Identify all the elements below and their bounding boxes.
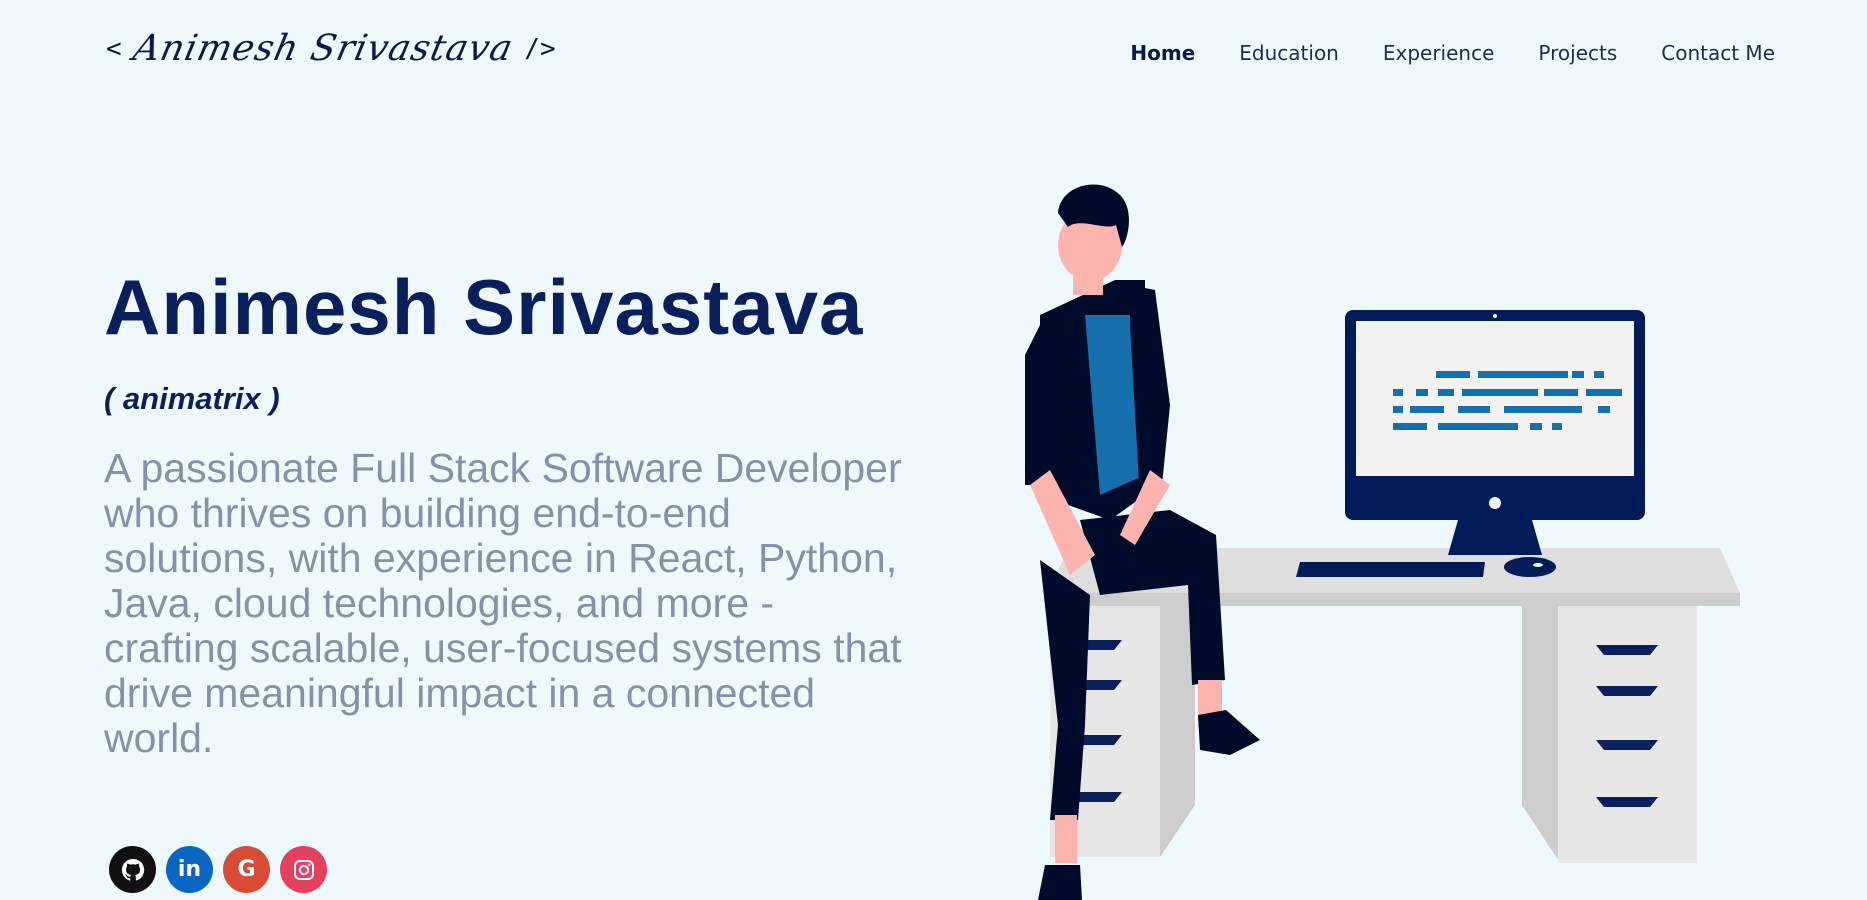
hero-bio: A passionate Full Stack Software Develop…: [104, 445, 902, 761]
person-left-shoe: [1038, 865, 1082, 900]
left-drawer-side: [1160, 606, 1195, 857]
nav-education[interactable]: Education: [1239, 41, 1339, 65]
desk-edge: [1045, 593, 1740, 606]
right-drawer-side: [1522, 606, 1558, 860]
logo-signature: Animesh Srivastava: [129, 28, 517, 69]
right-drawer-unit: [1558, 606, 1697, 863]
logo-open-bracket: <: [106, 33, 122, 64]
main-nav: Home Education Experience Projects Conta…: [1130, 41, 1775, 65]
logo-close-bracket: />: [524, 33, 556, 64]
social-links: in G: [109, 846, 327, 893]
nav-home[interactable]: Home: [1130, 41, 1195, 65]
mouse: [1504, 557, 1556, 577]
google-icon[interactable]: G: [223, 846, 270, 893]
nav-contact[interactable]: Contact Me: [1661, 41, 1775, 65]
google-glyph: G: [237, 857, 256, 882]
monitor-screen: [1356, 321, 1634, 476]
instagram-icon[interactable]: [280, 846, 327, 893]
developer-illustration: [1025, 184, 1740, 900]
linkedin-icon[interactable]: in: [166, 846, 213, 893]
person-right-shoe: [1198, 710, 1260, 755]
nav-projects[interactable]: Projects: [1538, 41, 1617, 65]
hero-name: Animesh Srivastava: [104, 263, 864, 351]
nav-experience[interactable]: Experience: [1383, 41, 1495, 65]
monitor-stand: [1448, 520, 1542, 555]
keyboard: [1296, 562, 1485, 577]
linkedin-glyph: in: [177, 857, 202, 882]
github-icon[interactable]: [109, 846, 156, 893]
site-logo[interactable]: < Animesh Srivastava />: [106, 28, 556, 69]
site-header: < Animesh Srivastava /> Home Education E…: [0, 0, 1867, 110]
hero-handle: ( animatrix ): [104, 381, 280, 416]
